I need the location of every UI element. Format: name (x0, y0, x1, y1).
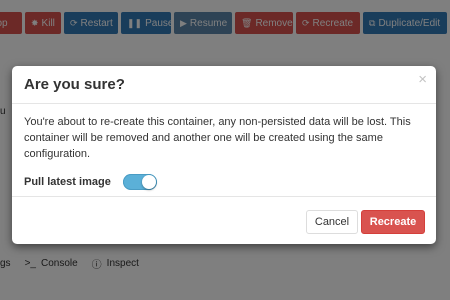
modal-message: You're about to re-create this container… (24, 116, 411, 160)
pull-latest-label: Pull latest image (24, 176, 111, 188)
close-icon[interactable]: × (418, 72, 427, 87)
pull-latest-row: Pull latest image (24, 174, 157, 190)
modal-title: Are you sure? (24, 76, 125, 93)
modal-footer: Cancel Recreate (12, 196, 436, 244)
toggle-knob (141, 175, 156, 189)
pull-latest-toggle[interactable] (122, 174, 157, 190)
recreate-confirm-button[interactable]: Recreate (361, 210, 425, 234)
cancel-button[interactable]: Cancel (306, 210, 358, 234)
confirm-recreate-dialog: Are you sure? × You're about to re-creat… (12, 66, 436, 244)
modal-body: You're about to re-create this container… (24, 114, 426, 190)
modal-header: Are you sure? × (12, 66, 436, 104)
